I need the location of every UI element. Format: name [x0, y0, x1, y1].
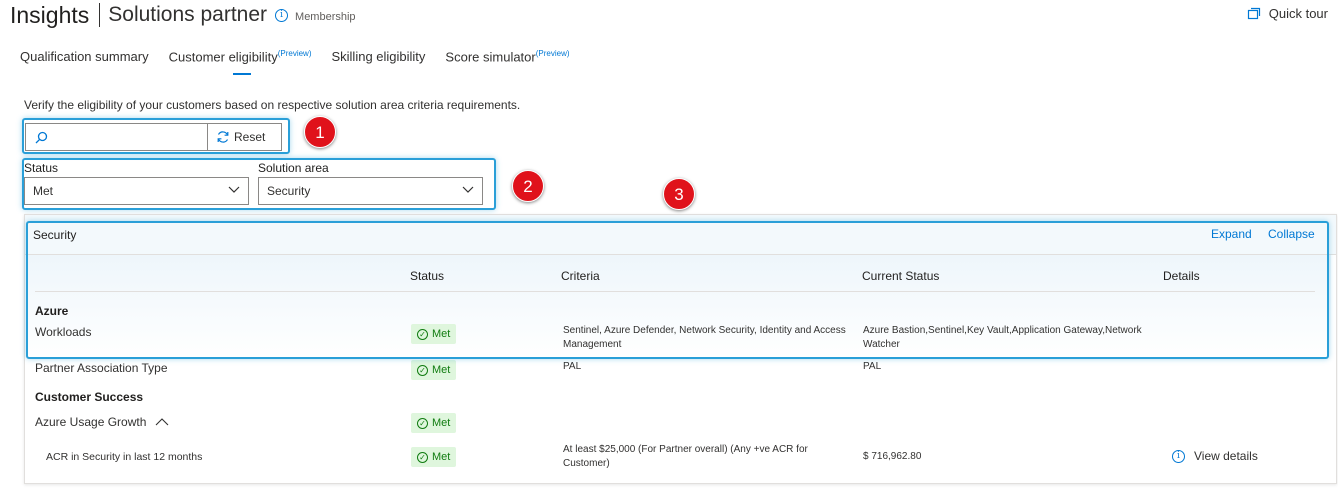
callout-badge-3: 3 — [663, 178, 695, 210]
check-circle-icon: ✓ — [417, 364, 428, 376]
preview-tag: (Preview) — [277, 49, 312, 58]
tab-bar: Qualification summary Customer eligibili… — [20, 45, 590, 75]
title-divider — [99, 3, 101, 27]
callout-highlight-1 — [22, 118, 290, 154]
page-subtitle: Solutions partner — [108, 3, 268, 26]
tab-skilling-eligibility[interactable]: Skilling eligibility — [331, 45, 425, 75]
view-details-label: View details — [1194, 449, 1258, 463]
status-badge: ✓ Met — [411, 413, 457, 433]
row-label-acr-security: ACR in Security in last 12 months — [46, 451, 203, 463]
view-details-link[interactable]: i View details — [1172, 449, 1258, 463]
row-label-text: Azure Usage Growth — [35, 415, 147, 429]
page-title: Insights — [10, 1, 90, 28]
status-badge: ✓ Met — [411, 447, 457, 467]
tab-label: Skilling eligibility — [331, 49, 426, 64]
page-header: Insights Solutions partner i Membership — [10, 0, 356, 30]
row-label-azure-usage-growth[interactable]: Azure Usage Growth — [35, 415, 169, 429]
check-circle-icon: ✓ — [417, 417, 428, 429]
tab-customer-eligibility[interactable]: Customer eligibility(Preview) — [168, 45, 312, 75]
status-badge-label: Met — [432, 417, 451, 429]
page-description: Verify the eligibility of your customers… — [24, 98, 521, 112]
quick-tour-label: Quick tour — [1268, 6, 1328, 21]
row-label-partner-association-type: Partner Association Type — [35, 361, 168, 375]
info-icon[interactable]: i — [275, 8, 289, 22]
callout-badge-2: 2 — [512, 170, 544, 202]
current-status-cell: PAL — [863, 361, 882, 372]
membership-label: Membership — [295, 11, 356, 23]
status-badge-label: Met — [432, 451, 451, 463]
criteria-cell: At least $25,000 (For Partner overall) (… — [563, 444, 808, 469]
active-tab-indicator — [232, 73, 251, 75]
current-status-cell: $ 716,962.80 — [863, 451, 922, 462]
check-circle-icon: ✓ — [417, 451, 428, 463]
callout-highlight-3 — [26, 221, 1329, 359]
info-icon: i — [1172, 449, 1185, 463]
chevron-up-icon[interactable] — [155, 418, 169, 426]
tab-score-simulator[interactable]: Score simulator(Preview) — [445, 45, 569, 75]
group-heading-customer-success: Customer Success — [35, 390, 144, 404]
status-badge-label: Met — [432, 364, 451, 376]
preview-tag: (Preview) — [535, 49, 570, 58]
criteria-cell: PAL — [563, 361, 582, 372]
tab-label: Customer eligibility — [168, 49, 278, 65]
tab-label: Qualification summary — [20, 49, 149, 64]
status-badge: ✓ Met — [411, 360, 457, 380]
quick-tour-button[interactable]: Quick tour — [1247, 6, 1328, 21]
tab-qualification-summary[interactable]: Qualification summary — [20, 45, 149, 75]
callout-highlight-2 — [22, 158, 496, 210]
tour-icon — [1247, 7, 1260, 20]
tab-label: Score simulator — [445, 49, 536, 65]
callout-badge-1: 1 — [304, 116, 336, 148]
